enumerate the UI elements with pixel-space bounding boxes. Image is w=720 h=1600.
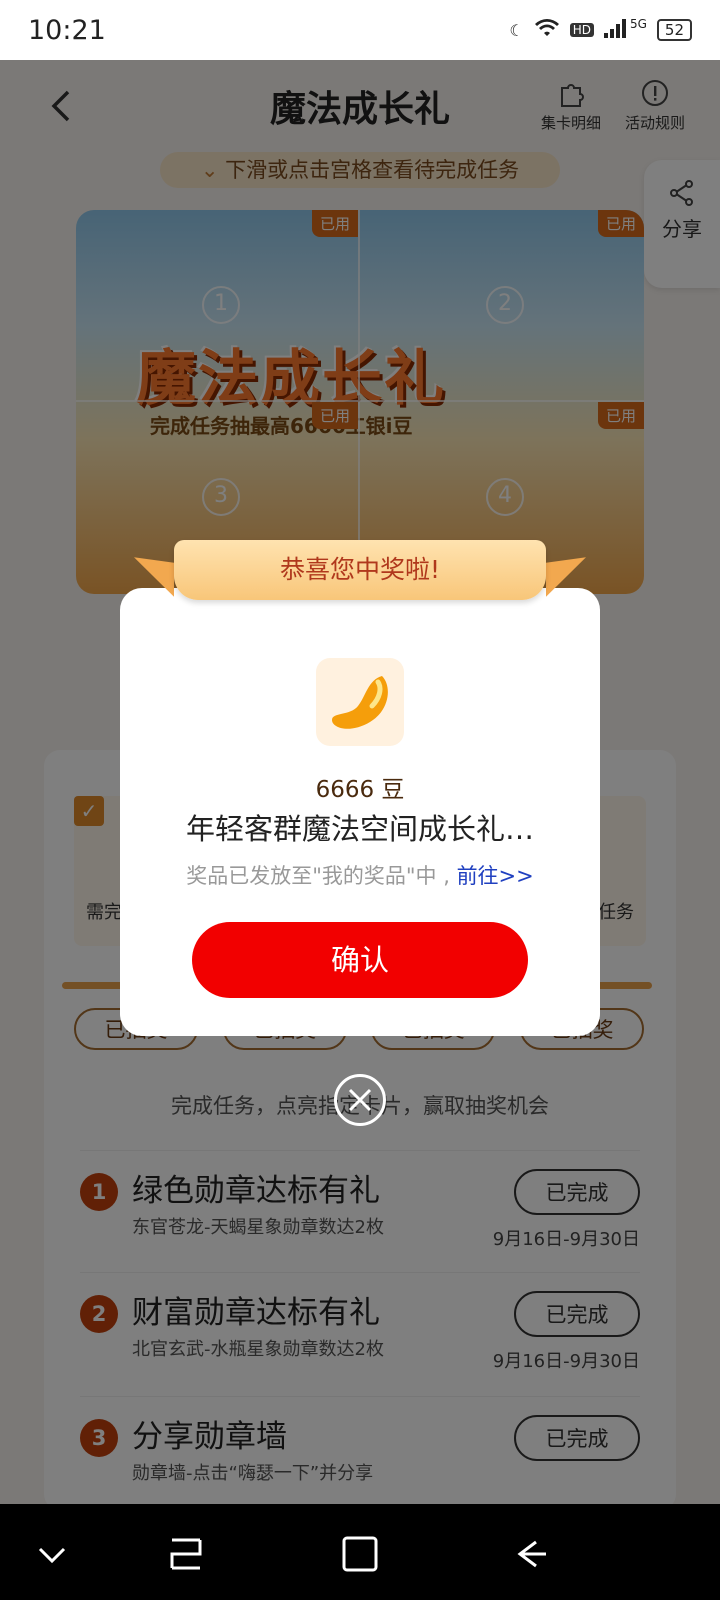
bean-icon xyxy=(316,658,404,746)
wifi-icon xyxy=(534,18,560,42)
status-icons: ☾ HD 5G 52 xyxy=(509,17,692,42)
status-time: 10:21 xyxy=(28,14,106,46)
chevron-down-icon[interactable] xyxy=(32,1534,72,1574)
prize-note: 奖品已发放至"我的奖品"中 , 前往>> xyxy=(0,860,720,890)
status-bar: 10:21 ☾ HD 5G 52 xyxy=(0,0,720,60)
ribbon-text: 恭喜您中奖啦! xyxy=(174,540,546,600)
prize-name: 年轻客群魔法空间成长礼… xyxy=(185,812,534,846)
goto-link[interactable]: 前往>> xyxy=(457,864,534,888)
system-nav-bar xyxy=(0,1504,720,1600)
back-icon[interactable] xyxy=(512,1534,552,1574)
congrats-ribbon: 恭喜您中奖啦! xyxy=(134,540,586,630)
ribbon-tail-right xyxy=(546,557,586,597)
home-icon[interactable] xyxy=(340,1534,380,1574)
network-type: 5G xyxy=(629,17,647,31)
battery-icon: 52 xyxy=(656,19,692,41)
moon-icon: ☾ xyxy=(509,20,524,40)
close-icon[interactable] xyxy=(334,1074,386,1126)
signal-icon xyxy=(603,18,628,42)
prize-amount: 6666 豆 xyxy=(315,777,405,803)
recent-apps-icon[interactable] xyxy=(166,1534,206,1574)
prize-note-text: 奖品已发放至"我的奖品"中 , xyxy=(186,864,457,888)
ribbon-tail-left xyxy=(134,557,174,597)
hd-icon: HD xyxy=(569,23,594,37)
confirm-button[interactable]: 确认 xyxy=(192,922,528,998)
